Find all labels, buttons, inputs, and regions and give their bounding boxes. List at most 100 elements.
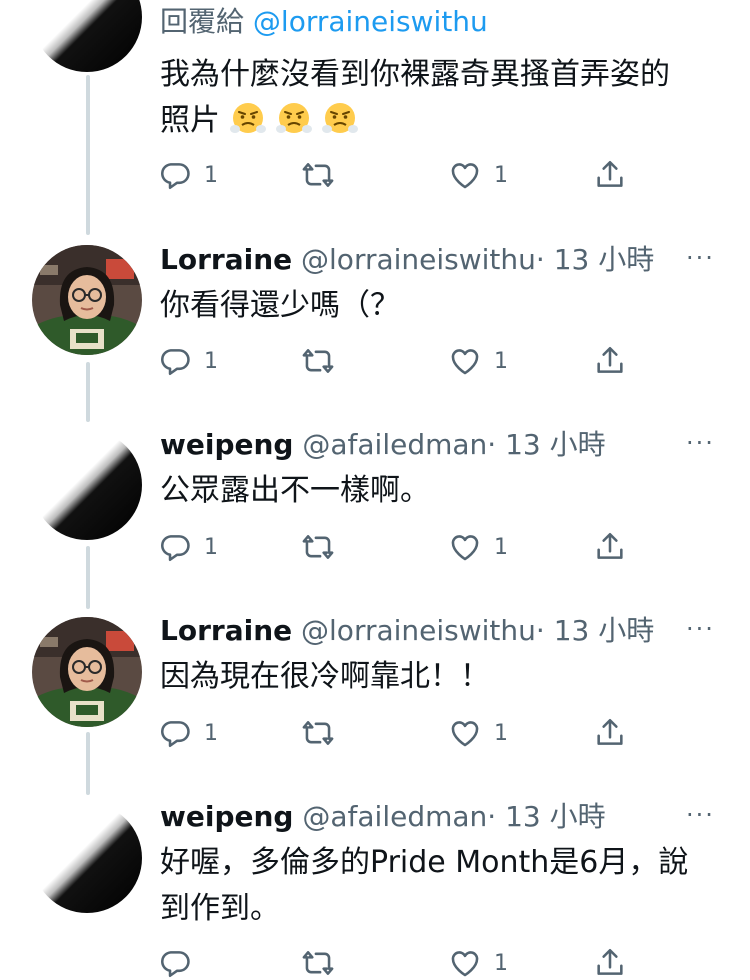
share-button[interactable] xyxy=(593,530,627,564)
user-handle[interactable]: @afailedman xyxy=(302,800,487,833)
tweet-text: 因為現在很冷啊靠北！！ xyxy=(160,659,490,694)
tweet-text-line: 到作到。 xyxy=(160,891,280,926)
more-icon[interactable]: ··· xyxy=(686,429,715,457)
tweet-actions: 1 1 xyxy=(158,344,638,378)
tweet-header: Lorraine @lorraineiswithu· 13 小時 xyxy=(160,240,654,280)
heart-icon xyxy=(451,951,479,977)
replying-to-label: 回覆給 xyxy=(160,5,245,38)
reply-count: 1 xyxy=(204,720,218,746)
timestamp[interactable]: · 13 小時 xyxy=(487,428,605,461)
like-count: 1 xyxy=(494,348,508,374)
like-count: 1 xyxy=(494,720,508,746)
share-icon xyxy=(597,346,623,373)
heart-icon xyxy=(451,535,479,561)
like-count: 1 xyxy=(494,534,508,560)
reply-button[interactable]: 1 xyxy=(158,530,218,564)
avatar[interactable] xyxy=(32,803,142,913)
retweet-button[interactable] xyxy=(301,158,335,192)
reply-count: 1 xyxy=(204,534,218,560)
heart-icon xyxy=(451,163,479,189)
share-icon xyxy=(597,948,623,975)
timestamp[interactable]: · 13 小時 xyxy=(536,243,654,276)
share-button[interactable] xyxy=(593,158,627,192)
more-icon[interactable]: ··· xyxy=(686,801,715,829)
retweet-button[interactable] xyxy=(301,946,335,980)
tweet-text-line: 好喔，多倫多的Pride Month是6月，說 xyxy=(160,845,689,880)
reply-icon xyxy=(161,349,190,376)
thread-line xyxy=(86,362,90,422)
user-handle[interactable]: @lorraineiswithu xyxy=(301,243,536,276)
retweet-icon xyxy=(302,721,334,745)
replying-to-handle-link[interactable]: @lorraineiswithu xyxy=(253,5,488,38)
share-button[interactable] xyxy=(593,344,627,378)
reply-button[interactable] xyxy=(158,946,192,980)
retweet-button[interactable] xyxy=(301,344,335,378)
thread-line xyxy=(86,546,90,609)
display-name[interactable]: Lorraine xyxy=(160,243,292,276)
like-button[interactable]: 1 xyxy=(448,344,508,378)
reply-icon xyxy=(161,951,190,978)
heart-icon xyxy=(451,721,479,747)
tweet-thread: 回覆給 @lorraineiswithu 我為什麼沒看到你裸露奇異搔首弄姿的 照… xyxy=(0,0,750,980)
share-button[interactable] xyxy=(593,716,627,750)
display-name[interactable]: weipeng xyxy=(160,428,293,461)
reply-icon xyxy=(161,535,190,562)
retweet-icon xyxy=(302,163,334,187)
avatar[interactable] xyxy=(32,0,142,72)
like-button[interactable]: 1 xyxy=(448,530,508,564)
like-button[interactable]: 1 xyxy=(448,946,508,980)
display-name[interactable]: weipeng xyxy=(160,800,293,833)
tweet-actions: 1 1 xyxy=(158,530,638,564)
tweet-header: weipeng @afailedman· 13 小時 xyxy=(160,797,606,837)
tweet-header: weipeng @afailedman· 13 小時 xyxy=(160,425,606,465)
more-icon[interactable]: ··· xyxy=(686,615,715,643)
thread-line xyxy=(86,732,90,795)
face-with-steam-from-nose-icon xyxy=(322,103,358,133)
retweet-icon xyxy=(302,951,334,975)
tweet-text: 公眾露出不一樣啊。 xyxy=(160,473,430,508)
reply-button[interactable]: 1 xyxy=(158,716,218,750)
reply-icon xyxy=(161,721,190,748)
reply-count: 1 xyxy=(204,162,218,188)
reply-button[interactable]: 1 xyxy=(158,158,218,192)
thread-line xyxy=(86,75,90,235)
tweet-actions: 1 1 xyxy=(158,158,638,192)
tweet-text-line: 我為什麼沒看到你裸露奇異搔首弄姿的 xyxy=(160,57,670,92)
retweet-icon xyxy=(302,535,334,559)
heart-icon xyxy=(451,349,479,375)
display-name[interactable]: Lorraine xyxy=(160,614,292,647)
more-icon[interactable]: ··· xyxy=(686,244,715,272)
tweet-actions: 1 xyxy=(158,946,638,980)
user-handle[interactable]: @lorraineiswithu xyxy=(301,614,536,647)
share-icon xyxy=(597,718,623,745)
reply-button[interactable]: 1 xyxy=(158,344,218,378)
retweet-icon xyxy=(302,349,334,373)
tweet-text: 好喔，多倫多的Pride Month是6月，說 到作到。 xyxy=(160,840,720,932)
timestamp[interactable]: · 13 小時 xyxy=(536,614,654,647)
face-with-steam-from-nose-icon xyxy=(276,103,312,133)
tweet-text: 我為什麼沒看到你裸露奇異搔首弄姿的 照片 xyxy=(160,52,720,144)
face-with-steam-from-nose-icon xyxy=(230,103,266,133)
tweet-actions: 1 1 xyxy=(158,716,638,750)
reply-icon xyxy=(161,163,190,190)
share-icon xyxy=(597,160,623,187)
like-count: 1 xyxy=(494,950,508,976)
tweet-text: 你看得還少嗎（？ xyxy=(160,288,400,323)
tweet-text-line: 照片 xyxy=(160,98,720,144)
share-icon xyxy=(597,532,623,559)
like-count: 1 xyxy=(494,162,508,188)
like-button[interactable]: 1 xyxy=(448,716,508,750)
tweet-header: Lorraine @lorraineiswithu· 13 小時 xyxy=(160,611,654,651)
avatar[interactable] xyxy=(32,245,142,355)
replying-to: 回覆給 @lorraineiswithu xyxy=(160,2,488,42)
user-handle[interactable]: @afailedman xyxy=(302,428,487,461)
share-button[interactable] xyxy=(593,946,627,980)
timestamp[interactable]: · 13 小時 xyxy=(487,800,605,833)
profile-photo xyxy=(32,617,142,727)
retweet-button[interactable] xyxy=(301,716,335,750)
like-button[interactable]: 1 xyxy=(448,158,508,192)
retweet-button[interactable] xyxy=(301,530,335,564)
reply-count: 1 xyxy=(204,348,218,374)
avatar[interactable] xyxy=(32,617,142,727)
avatar[interactable] xyxy=(32,430,142,540)
